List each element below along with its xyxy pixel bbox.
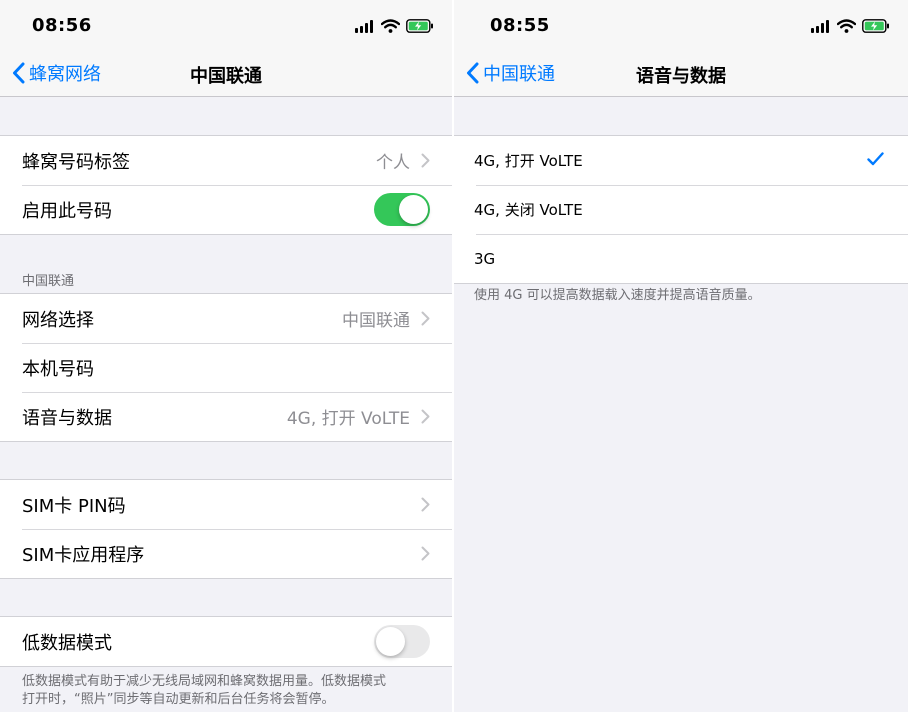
low-data-mode-toggle[interactable]	[374, 625, 430, 658]
row-my-number[interactable]: 本机号码	[0, 343, 452, 392]
row-label: 本机号码	[22, 358, 94, 380]
status-time: 08:55	[490, 15, 550, 36]
navigation-bar: 中国联通 语音与数据	[454, 50, 908, 97]
row-sim-apps[interactable]: SIM卡应用程序	[0, 529, 452, 578]
row-voice-data[interactable]: 语音与数据 4G, 打开 VoLTE	[0, 392, 452, 441]
navigation-bar: 蜂窝网络 中国联通	[0, 50, 452, 97]
low-data-group: 低数据模式	[0, 616, 452, 667]
row-value: 4G, 打开 VoLTE	[286, 409, 410, 429]
row-value: 中国联通	[342, 311, 410, 331]
row-label: SIM卡 PIN码	[22, 495, 126, 517]
row-low-data-mode: 低数据模式	[0, 617, 452, 666]
voice-data-footer: 使用 4G 可以提高数据载入速度并提高语音质量。	[474, 288, 761, 303]
status-bar: 08:56	[0, 0, 452, 50]
voice-data-options: 4G, 打开 VoLTE 4G, 关闭 VoLTE 3G	[454, 135, 908, 284]
row-value: 个人	[376, 153, 410, 173]
row-network-selection[interactable]: 网络选择 中国联通	[0, 294, 452, 343]
row-sim-pin[interactable]: SIM卡 PIN码	[0, 480, 452, 529]
section-header: 中国联通	[22, 274, 75, 289]
option-label: 4G, 关闭 VoLTE	[474, 201, 583, 219]
chevron-right-icon	[421, 409, 430, 424]
row-label: 网络选择	[22, 309, 94, 331]
row-number-label[interactable]: 蜂窝号码标签 个人	[0, 136, 452, 185]
status-icons	[355, 18, 434, 34]
row-label: SIM卡应用程序	[22, 544, 145, 566]
toggle-knob	[376, 627, 405, 656]
wifi-icon	[381, 19, 400, 33]
page-title: 语音与数据	[636, 66, 726, 87]
wifi-icon	[837, 19, 856, 33]
option-4g-volte-off[interactable]: 4G, 关闭 VoLTE	[454, 185, 908, 234]
low-data-footer: 低数据模式有助于减少无线局域网和蜂窝数据用量。低数据模式 打开时，“照片”同步等…	[22, 673, 432, 709]
checkmark-icon	[867, 152, 884, 166]
chevron-right-icon	[421, 546, 430, 561]
row-label: 蜂窝号码标签	[22, 151, 130, 173]
toggle-knob	[399, 195, 428, 224]
status-bar: 08:55	[454, 0, 908, 50]
carrier-settings-group: 网络选择 中国联通 本机号码 语音与数据 4G, 打开 VoLTE	[0, 293, 452, 442]
status-icons	[811, 18, 890, 34]
chevron-right-icon	[421, 311, 430, 326]
row-label: 启用此号码	[22, 200, 112, 222]
battery-charging-icon	[862, 19, 889, 33]
option-label: 4G, 打开 VoLTE	[474, 152, 583, 170]
chevron-right-icon	[421, 153, 430, 168]
number-settings-group: 蜂窝号码标签 个人 启用此号码	[0, 135, 452, 235]
row-label: 语音与数据	[22, 407, 112, 429]
enable-number-toggle[interactable]	[374, 193, 430, 226]
page-title: 中国联通	[190, 66, 262, 87]
footer-line: 低数据模式有助于减少无线局域网和蜂窝数据用量。低数据模式	[22, 674, 387, 689]
option-3g[interactable]: 3G	[454, 234, 908, 283]
cellular-carrier-screen: 08:56 蜂窝网络 中国联通 蜂窝号码标签 个人 启用此号码 中国联通 网络选…	[0, 0, 452, 712]
row-enable-number: 启用此号码	[0, 185, 452, 234]
footer-line: 打开时，“照片”同步等自动更新和后台任务将会暂停。	[22, 692, 335, 707]
option-label: 3G	[474, 249, 496, 268]
signal-bars-icon	[811, 19, 829, 33]
battery-charging-icon	[406, 19, 433, 33]
chevron-right-icon	[421, 497, 430, 512]
signal-bars-icon	[355, 19, 373, 33]
row-label: 低数据模式	[22, 632, 112, 654]
voice-data-screen: 08:55 中国联通 语音与数据 4G, 打开 VoLTE 4G, 关闭 VoL…	[454, 0, 908, 712]
status-time: 08:56	[32, 15, 92, 36]
option-4g-volte-on[interactable]: 4G, 打开 VoLTE	[454, 136, 908, 185]
sim-settings-group: SIM卡 PIN码 SIM卡应用程序	[0, 479, 452, 579]
